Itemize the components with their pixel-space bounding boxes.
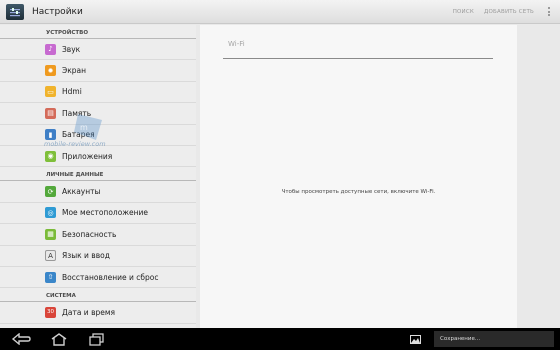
settings-item-battery[interactable]: ▮ Батарея bbox=[0, 125, 196, 146]
wifi-disabled-message: Чтобы просмотреть доступные сети, включи… bbox=[281, 189, 436, 195]
action-bar: Настройки ПОИСК ДОБАВИТЬ СЕТЬ bbox=[0, 0, 560, 24]
android-icon: ◉ bbox=[45, 150, 56, 162]
divider bbox=[223, 58, 493, 59]
speaker-icon: ♪ bbox=[45, 43, 56, 55]
status-notification: Сохранение... bbox=[434, 331, 554, 347]
settings-item-label: Память bbox=[62, 108, 92, 118]
status-area[interactable]: Сохранение... bbox=[410, 331, 560, 347]
settings-item-display[interactable]: ✹ Экран bbox=[0, 60, 196, 82]
settings-item-label: Язык и ввод bbox=[62, 251, 110, 261]
location-icon: ◎ bbox=[45, 207, 56, 219]
settings-item-grid[interactable]: ▦ Безопасность bbox=[0, 224, 196, 246]
keyboard-icon: A bbox=[45, 250, 56, 262]
settings-item-label: Аккаунты bbox=[62, 187, 101, 197]
section-header-personal: ЛИЧНЫЕ ДАННЫЕ bbox=[0, 167, 196, 182]
settings-item-keyboard[interactable]: A Язык и ввод bbox=[0, 246, 196, 267]
storage-icon: ▤ bbox=[45, 107, 56, 119]
settings-item-speaker[interactable]: ♪ Звук bbox=[0, 39, 196, 61]
wifi-pane: Wi-Fi Чтобы просмотреть доступные сети, … bbox=[200, 25, 517, 328]
settings-item-android[interactable]: ◉ Приложения bbox=[0, 146, 196, 168]
section-header-device: УСТРОЙСТВО bbox=[0, 25, 196, 39]
settings-item-label: Батарея bbox=[62, 130, 95, 140]
battery-icon: ▮ bbox=[45, 129, 56, 141]
status-text: Сохранение... bbox=[440, 336, 481, 342]
settings-item-label: Дата и время bbox=[62, 307, 116, 317]
wifi-title: Wi-Fi bbox=[228, 40, 245, 48]
backup-icon: ⇧ bbox=[45, 271, 56, 283]
app-title: Настройки bbox=[32, 6, 83, 17]
settings-item-label: Безопасность bbox=[62, 229, 117, 239]
settings-item-sync[interactable]: ⟳ Аккаунты bbox=[0, 181, 196, 203]
back-icon bbox=[11, 333, 31, 345]
settings-app-icon[interactable] bbox=[6, 3, 24, 20]
settings-item-backup[interactable]: ⇧ Восстановление и сброс bbox=[0, 267, 196, 289]
settings-item-storage[interactable]: ▤ Память bbox=[0, 103, 196, 125]
search-action-button[interactable]: ПОИСК bbox=[453, 9, 474, 15]
picture-icon bbox=[410, 334, 421, 344]
settings-item-label: Восстановление и сброс bbox=[62, 272, 159, 282]
overflow-menu-icon[interactable] bbox=[542, 7, 556, 16]
home-button[interactable] bbox=[48, 331, 70, 347]
back-button[interactable] bbox=[10, 331, 32, 347]
settings-item-hdmi[interactable]: ▭ Hdmi bbox=[0, 82, 196, 104]
hdmi-icon: ▭ bbox=[45, 86, 56, 98]
add-network-button[interactable]: ДОБАВИТЬ СЕТЬ bbox=[484, 9, 534, 15]
section-header-system: СИСТЕМА bbox=[0, 288, 196, 303]
settings-list: УСТРОЙСТВО ♪ Звук ✹ Экран ▭ Hdmi ▤ Память ▮ Батар… bbox=[0, 25, 196, 328]
system-nav-bar: Сохранение... bbox=[0, 328, 560, 350]
sync-icon: ⟳ bbox=[45, 186, 56, 198]
settings-item-label: Мое местоположение bbox=[62, 208, 149, 218]
grid-icon: ▦ bbox=[45, 228, 56, 240]
settings-item-label: Экран bbox=[62, 66, 87, 76]
settings-item-label: Приложения bbox=[62, 151, 113, 161]
settings-item-calendar[interactable]: 30 Дата и время bbox=[0, 302, 196, 324]
recent-apps-button[interactable] bbox=[86, 331, 108, 347]
settings-item-label: Звук bbox=[62, 44, 81, 54]
display-icon: ✹ bbox=[45, 65, 56, 77]
home-icon bbox=[51, 332, 67, 346]
settings-item-label: Hdmi bbox=[62, 87, 82, 97]
settings-item-location[interactable]: ◎ Мое местоположение bbox=[0, 203, 196, 225]
recent-apps-icon bbox=[89, 332, 104, 346]
calendar-icon: 30 bbox=[45, 306, 56, 318]
